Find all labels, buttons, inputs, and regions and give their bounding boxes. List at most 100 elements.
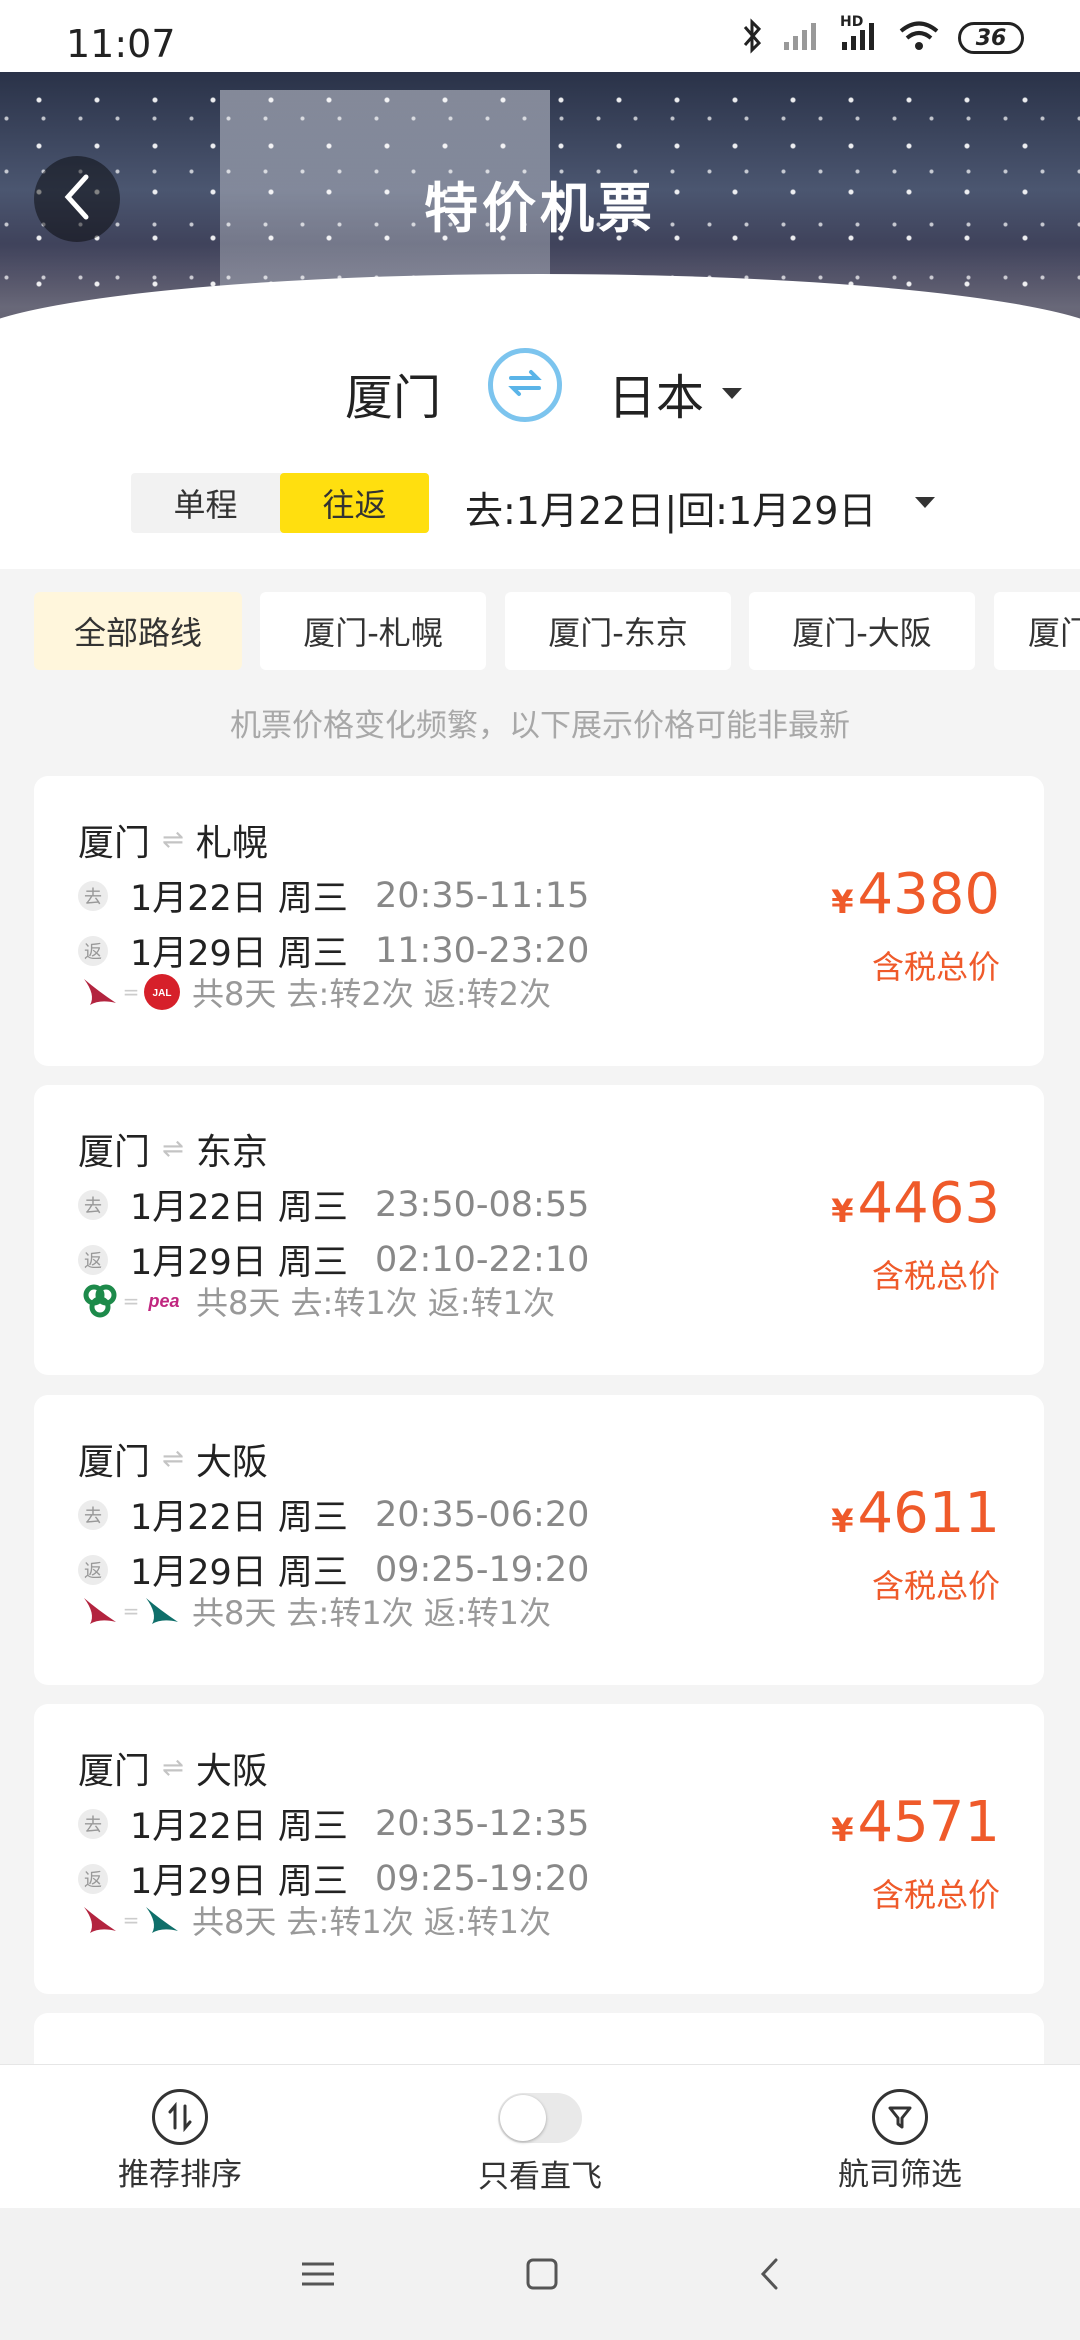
return-time: 02:10-22:10	[375, 1239, 590, 1280]
trip-one-way-option[interactable]: 单程	[131, 473, 280, 533]
signal-icon	[782, 20, 822, 56]
sort-label: 推荐排序	[118, 2157, 242, 2193]
direct-only-switch[interactable]	[498, 2093, 582, 2143]
to-city-dropdown[interactable]: 日本	[608, 358, 743, 428]
sort-icon	[152, 2089, 208, 2145]
route-selector: 厦门 日本 单程 往返 去:1月22日|回:1月29日	[0, 334, 1080, 569]
card-info: = 共8天 去:转1次 返:转1次	[78, 1897, 551, 1943]
outbound-badge: 去	[78, 1499, 108, 1530]
route-tabs: 全部路线 厦门-札幌 厦门-东京 厦门-大阪 厦门	[0, 592, 1080, 672]
card-from-city: 厦门	[78, 1442, 151, 1483]
price-label: 含税总价	[871, 1876, 1000, 1914]
home-icon[interactable]	[520, 2252, 564, 2296]
swap-cities-button[interactable]	[488, 348, 562, 422]
price-value: 4571	[857, 1790, 1000, 1855]
tab-xiamen-sapporo[interactable]: 厦门-札幌	[260, 592, 486, 670]
filter-icon	[872, 2089, 928, 2145]
tab-xiamen-osaka[interactable]: 厦门-大阪	[749, 592, 975, 670]
price-label: 含税总价	[871, 1567, 1000, 1605]
return-time: 11:30-23:20	[375, 930, 590, 971]
return-badge: 返	[78, 1554, 108, 1585]
hd-signal-icon: HD	[840, 14, 880, 56]
card-to-city: 大阪	[195, 1751, 268, 1792]
page-title: 特价机票	[424, 177, 656, 240]
card-from-city: 厦门	[78, 823, 151, 864]
flight-card[interactable]: 厦门 ⇌ 札幌 去 1月22日 周三 20:35-11:15 返 1月29日 周…	[34, 776, 1044, 1066]
outbound-time: 20:35-06:20	[375, 1494, 590, 1535]
tab-xiamen-more[interactable]: 厦门	[994, 592, 1080, 670]
price: ¥ 4463	[831, 1171, 1000, 1236]
price: ¥ 4380	[831, 862, 1000, 927]
battery-indicator: 36	[958, 22, 1024, 54]
back-nav-icon[interactable]	[748, 2252, 792, 2296]
trip-type-toggle: 单程 往返	[131, 473, 429, 533]
card-route: 厦门 ⇌ 札幌	[78, 814, 268, 866]
card-route: 厦门 ⇌ 东京	[78, 1123, 268, 1175]
currency-symbol: ¥	[831, 883, 854, 921]
status-icons: HD 36	[742, 14, 1024, 58]
card-info: = JAL 共8天 去:转2次 返:转2次	[78, 969, 551, 1015]
trip-round-trip-option[interactable]: 往返	[280, 473, 429, 533]
to-city: 日本	[608, 370, 705, 426]
trip-summary: 共8天 去:转1次 返:转1次	[192, 1594, 551, 1632]
system-nav-bar	[0, 2208, 1080, 2340]
caret-down-icon	[722, 387, 743, 399]
outbound-time: 20:35-11:15	[375, 875, 590, 916]
card-to-city: 札幌	[195, 823, 268, 864]
card-info: = pea 共8天 去:转1次 返:转1次	[78, 1278, 555, 1324]
status-bar: 11:07 HD 36	[0, 0, 1080, 72]
outbound-time: 23:50-08:55	[375, 1184, 590, 1225]
card-from-city: 厦门	[78, 1751, 151, 1792]
outbound-leg: 去 1月22日 周三 23:50-08:55	[78, 1179, 589, 1230]
menu-icon[interactable]	[296, 2252, 340, 2296]
price-value: 4380	[857, 862, 1000, 927]
outbound-leg: 去 1月22日 周三 20:35-06:20	[78, 1489, 589, 1540]
price: ¥ 4611	[831, 1481, 1000, 1546]
cathay-pacific-green-logo-icon	[140, 1591, 184, 1631]
tab-xiamen-tokyo[interactable]: 厦门-东京	[505, 592, 731, 670]
trip-summary: 共8天 去:转2次 返:转2次	[192, 975, 551, 1013]
svg-text:JAL: JAL	[153, 988, 172, 999]
direct-only-toggle[interactable]: 只看直飞	[440, 2089, 640, 2196]
card-info: = 共8天 去:转1次 返:转1次	[78, 1588, 551, 1634]
jal-logo-icon: JAL	[140, 972, 184, 1012]
switch-knob	[500, 2095, 546, 2141]
outbound-badge: 去	[78, 1189, 108, 1220]
price-value: 4463	[857, 1171, 1000, 1236]
outbound-date: 1月22日 周三	[130, 1807, 348, 1847]
flight-card[interactable]: 厦门 ⇌ 大阪 去 1月22日 周三 20:35-06:20 返 1月29日 周…	[34, 1395, 1044, 1685]
price-label: 含税总价	[871, 948, 1000, 986]
tab-all-routes[interactable]: 全部路线	[34, 592, 242, 670]
price-value: 4611	[857, 1481, 1000, 1546]
round-trip-icon: ⇌	[162, 1444, 184, 1474]
round-trip-icon: ⇌	[162, 1753, 184, 1783]
flight-card[interactable]: 厦门 ⇌ 大阪 去 1月22日 周三 20:35-12:35 返 1月29日 周…	[34, 1704, 1044, 1994]
return-time: 09:25-19:20	[375, 1858, 590, 1899]
flight-card[interactable]: 厦门 ⇌ 东京 去 1月22日 周三 23:50-08:55 返 1月29日 周…	[34, 1085, 1044, 1375]
outbound-time: 20:35-12:35	[375, 1803, 590, 1844]
card-to-city: 大阪	[195, 1442, 268, 1483]
round-trip-icon: ⇌	[162, 1134, 184, 1164]
airline-filter-button[interactable]: 航司筛选	[800, 2089, 1000, 2194]
outbound-date: 1月22日 周三	[130, 1498, 348, 1538]
date-range[interactable]: 去:1月22日|回:1月29日	[465, 480, 876, 535]
sort-button[interactable]: 推荐排序	[80, 2089, 280, 2194]
status-time: 11:07	[66, 22, 176, 66]
cathay-pacific-logo-icon	[78, 1591, 122, 1631]
card-route: 厦门 ⇌ 大阪	[78, 1433, 268, 1485]
currency-symbol: ¥	[831, 1502, 854, 1540]
spring-airlines-logo-icon	[78, 1281, 122, 1321]
trip-summary: 共8天 去:转1次 返:转1次	[196, 1284, 555, 1322]
currency-symbol: ¥	[831, 1192, 854, 1230]
date-caret-down-icon[interactable]	[915, 497, 935, 508]
svg-text:pea: pea	[147, 1291, 179, 1311]
hd-label: HD	[840, 14, 864, 30]
return-badge: 返	[78, 1244, 108, 1275]
outbound-badge: 去	[78, 880, 108, 911]
outbound-badge: 去	[78, 1808, 108, 1839]
airline-filter-label: 航司筛选	[838, 2157, 962, 2193]
from-city[interactable]: 厦门	[345, 358, 441, 428]
price-notice: 机票价格变化频繁，以下展示价格可能非最新	[230, 708, 850, 744]
card-to-city: 东京	[195, 1132, 268, 1173]
bluetooth-icon	[742, 18, 764, 58]
